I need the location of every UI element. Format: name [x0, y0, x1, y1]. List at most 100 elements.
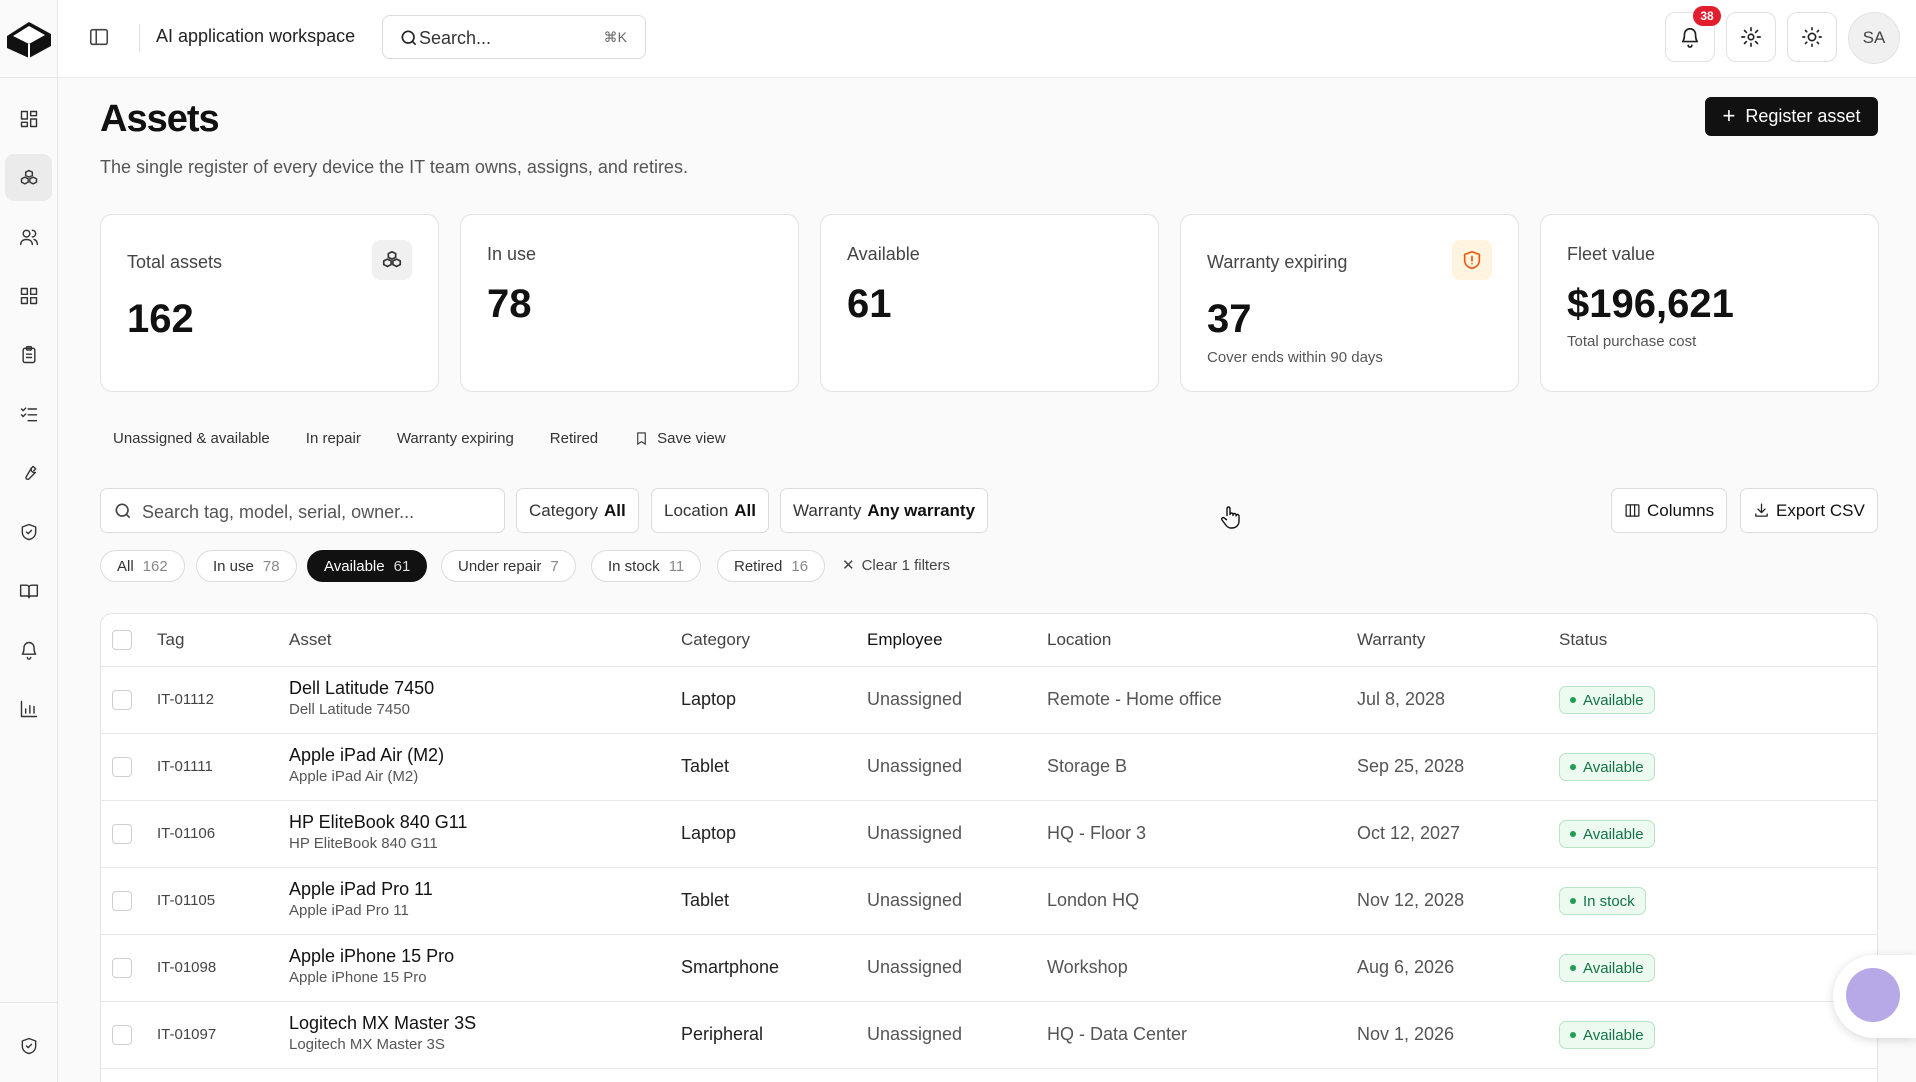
clipboard-icon	[21, 345, 36, 363]
chip-label: All	[117, 557, 134, 575]
asset-model: Apple iPhone 15 Pro	[289, 969, 427, 986]
filter-label: Location	[664, 500, 729, 520]
sidebar-item-tasks[interactable]	[5, 390, 52, 437]
theme-toggle-button[interactable]	[1787, 12, 1837, 62]
workspace-name: AI application workspace	[156, 26, 356, 46]
register-asset-label: Register asset	[1745, 106, 1861, 126]
chip-all[interactable]: All 162	[100, 550, 185, 582]
table-row[interactable]: IT-01098 Apple iPhone 15 Pro Apple iPhon…	[101, 935, 1877, 1002]
view-in-repair[interactable]: In repair	[306, 430, 361, 447]
boxes-icon	[382, 250, 402, 268]
row-checkbox[interactable]	[112, 690, 132, 710]
table-row[interactable]: IT-01112 Dell Latitude 7450 Dell Latitud…	[101, 667, 1877, 734]
chip-under-repair[interactable]: Under repair 7	[441, 550, 576, 582]
asset-name[interactable]: Apple iPad Pro 11	[289, 879, 433, 900]
col-header-employee[interactable]: Employee	[867, 614, 943, 666]
row-checkbox[interactable]	[112, 891, 132, 911]
stat-value: 78	[487, 282, 532, 326]
chip-label: Retired	[734, 557, 783, 575]
book-open-icon	[19, 583, 38, 598]
chip-retired[interactable]: Retired 16	[717, 550, 826, 582]
asset-name[interactable]: Apple iPhone 15 Pro	[289, 946, 454, 967]
chip-available[interactable]: Available 61	[307, 550, 428, 582]
table-row[interactable]: IT-01097 Logitech MX Master 3S Logitech …	[101, 1002, 1877, 1069]
stat-label: Available	[847, 244, 920, 264]
view-warranty-expiring[interactable]: Warranty expiring	[397, 430, 514, 447]
sidebar-item-docs[interactable]	[5, 567, 52, 614]
sidebar-item-dashboard[interactable]	[5, 95, 52, 142]
col-header-location[interactable]: Location	[1047, 614, 1111, 666]
cell-employee: Unassigned	[867, 957, 963, 977]
col-header-asset[interactable]: Asset	[289, 614, 332, 666]
col-header-warranty[interactable]: Warranty	[1357, 614, 1425, 666]
row-checkbox[interactable]	[112, 1025, 132, 1045]
clear-filters-button[interactable]: ✕ Clear 1 filters	[842, 556, 950, 575]
cell-tag: IT-01097	[157, 1026, 217, 1043]
global-search-input[interactable]: Search... ⌘K	[382, 15, 646, 59]
app-logo[interactable]	[3, 14, 53, 60]
row-checkbox[interactable]	[112, 824, 132, 844]
sidebar-item-requests[interactable]	[5, 331, 52, 378]
status-badge: Available	[1559, 954, 1655, 982]
asset-name[interactable]: Apple iPad Air (M2)	[289, 745, 444, 766]
sidebar-item-maintenance[interactable]	[5, 449, 52, 496]
save-view-button[interactable]: Save view	[634, 430, 726, 447]
cell-category: Tablet	[681, 890, 730, 910]
sidebar-item-reports[interactable]	[5, 685, 52, 732]
bell-icon	[1681, 28, 1699, 48]
sun-icon	[1802, 27, 1822, 47]
asset-name[interactable]: Dell Latitude 7450	[289, 678, 434, 699]
row-checkbox[interactable]	[112, 958, 132, 978]
col-header-category[interactable]: Category	[681, 614, 750, 666]
sidebar-toggle-button[interactable]	[88, 26, 112, 50]
cell-category: Laptop	[681, 823, 737, 843]
table-row[interactable]: IT-01106 HP EliteBook 840 G11 HP EliteBo…	[101, 801, 1877, 868]
row-checkbox[interactable]	[112, 757, 132, 777]
col-header-tag[interactable]: Tag	[157, 614, 184, 666]
location-filter-button[interactable]: Location All	[651, 488, 770, 533]
columns-button[interactable]: Columns	[1611, 488, 1728, 533]
chip-in-use[interactable]: In use 78	[196, 550, 297, 582]
hand-cursor-icon	[1221, 506, 1240, 529]
register-asset-button[interactable]: + Register asset	[1705, 97, 1878, 136]
chip-count: 162	[142, 557, 168, 575]
user-avatar[interactable]: SA	[1848, 12, 1900, 64]
search-icon	[115, 503, 131, 519]
sidebar-item-people[interactable]	[5, 213, 52, 260]
sidebar-item-admin[interactable]	[5, 1022, 52, 1069]
category-filter-button[interactable]: Category All	[516, 488, 639, 533]
view-unassigned-available[interactable]: Unassigned & available	[113, 430, 270, 447]
settings-button[interactable]	[1726, 12, 1776, 62]
shield-alert-icon	[1463, 250, 1481, 270]
select-all-checkbox[interactable]	[112, 630, 132, 650]
col-header-status[interactable]: Status	[1559, 614, 1607, 666]
export-label: Export CSV	[1776, 500, 1865, 520]
table-row[interactable]: IT-01105 Apple iPad Pro 11 Apple iPad Pr…	[101, 868, 1877, 935]
export-csv-button[interactable]: Export CSV	[1740, 488, 1878, 533]
sidebar-item-assets[interactable]	[5, 154, 52, 201]
chat-assistant-button[interactable]	[1833, 955, 1916, 1038]
asset-name[interactable]: HP EliteBook 840 G11	[289, 812, 467, 833]
table-row[interactable]: IT-01111 Apple iPad Air (M2) Apple iPad …	[101, 734, 1877, 801]
sidebar-item-security[interactable]	[5, 508, 52, 555]
status-label: Available	[1583, 758, 1644, 776]
stat-sub: Cover ends within 90 days	[1207, 349, 1383, 366]
cell-location: Storage B	[1047, 756, 1128, 776]
asset-name[interactable]: Logitech MX Master 3S	[289, 1013, 476, 1034]
filter-label: Category	[529, 500, 598, 520]
chip-in-stock[interactable]: In stock 11	[591, 550, 702, 582]
cell-location: HQ - Data Center	[1047, 1024, 1188, 1044]
sidebar-item-apps[interactable]	[5, 272, 52, 319]
warranty-filter-button[interactable]: Warranty Any warranty	[780, 488, 989, 533]
cell-warranty: Oct 12, 2027	[1357, 823, 1461, 843]
asset-search-input[interactable]: Search tag, model, serial, owner...	[100, 488, 505, 533]
stat-label: Fleet value	[1567, 244, 1656, 264]
status-label: Available	[1583, 959, 1644, 977]
cell-asset: Apple iPad Air (M2) Apple iPad Air (M2)	[289, 745, 444, 785]
sidebar-item-alerts[interactable]	[5, 626, 52, 673]
chip-label: Available	[324, 557, 385, 575]
status-badge: Available	[1559, 753, 1655, 781]
cell-employee: Unassigned	[867, 756, 963, 776]
bell-icon	[21, 641, 36, 660]
view-retired[interactable]: Retired	[550, 430, 598, 447]
